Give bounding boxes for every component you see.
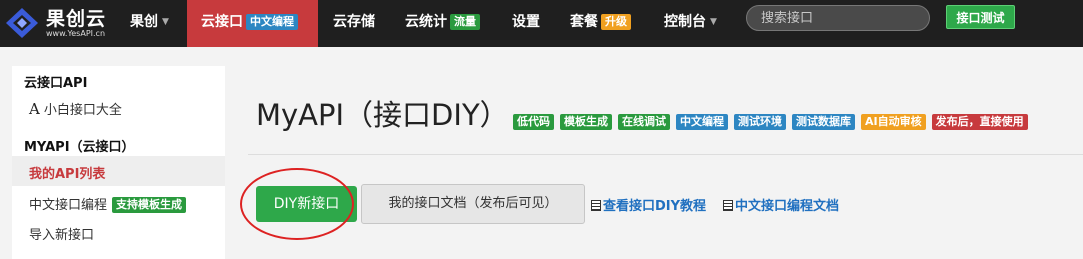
feature-badge: 低代码	[513, 114, 554, 130]
top-navbar: 果创云 www.YesAPI.cn 果创 ▼ 云接口 中文编程 云存储 云统计 流量 …	[0, 0, 1083, 47]
feature-badge: 发布后，直接使用	[931, 114, 1028, 130]
feature-badge: 在线调试	[618, 114, 670, 130]
feature-badges: 低代码 模板生成 在线调试 中文编程 测试环境 测试数据库 AI自动审核 发布后，直接使用	[513, 110, 1034, 130]
chinese-doc-link[interactable]: 中文接口编程文档	[723, 195, 839, 214]
brand-subtitle: www.YesAPI.cn	[46, 29, 106, 38]
feature-badge: 测试数据库	[792, 114, 855, 130]
nav-console[interactable]: 控制台 ▼	[664, 0, 717, 47]
nav-plan-tag: 升级	[601, 14, 631, 30]
sidebar-item-my-api-list-label[interactable]: 我的API列表	[29, 163, 105, 182]
nav-settings-label: 设置	[512, 14, 540, 30]
feature-badge: 测试环境	[734, 114, 786, 130]
document-icon	[723, 200, 733, 211]
nav-stats[interactable]: 云统计 流量	[405, 0, 480, 47]
nav-guochuang[interactable]: 果创 ▼	[130, 0, 169, 47]
divider	[248, 154, 1083, 155]
api-test-button[interactable]: 接口测试	[946, 5, 1015, 29]
feature-badge: 模板生成	[560, 114, 612, 130]
sidebar-item-all-apis-label: 小白接口大全	[43, 103, 122, 118]
nav-console-label: 控制台	[664, 14, 706, 30]
nav-stats-tag: 流量	[450, 14, 480, 30]
document-icon	[591, 200, 601, 211]
logo[interactable]: 果创云 www.YesAPI.cn	[4, 4, 122, 42]
tutorial-link-label: 查看接口DIY教程	[603, 199, 707, 214]
brand-title: 果创云	[46, 8, 107, 30]
nav-storage[interactable]: 云存储	[333, 0, 375, 47]
my-api-docs-button[interactable]: 我的接口文档（发布后可见）	[361, 184, 585, 224]
letter-a-icon: A	[29, 100, 40, 118]
nav-guochuang-label: 果创	[130, 14, 158, 30]
search-input[interactable]	[746, 5, 930, 31]
sidebar-item-all-apis[interactable]: A 小白接口大全	[29, 99, 122, 118]
nav-plan[interactable]: 套餐 升级	[570, 0, 631, 47]
feature-badge: AI自动审核	[861, 114, 926, 130]
sidebar-item-chinese-programming[interactable]: 中文接口编程 支持模板生成	[29, 194, 187, 213]
nav-yun-api[interactable]: 云接口 中文编程	[187, 0, 318, 47]
highlight-circle	[240, 168, 354, 240]
sidebar: 云接口API A 小白接口大全 MYAPI（云接口） 我的API列表 中文接口编程…	[12, 66, 225, 259]
sidebar-item-import[interactable]: 导入新接口	[29, 224, 94, 243]
nav-yun-api-tag: 中文编程	[246, 14, 298, 30]
nav-plan-label: 套餐	[570, 14, 598, 30]
sidebar-section-myapi: MYAPI（云接口）	[24, 140, 135, 155]
chinese-doc-link-label: 中文接口编程文档	[735, 199, 840, 214]
logo-icon	[6, 8, 38, 38]
sidebar-item-chinese-programming-label: 中文接口编程	[29, 198, 108, 213]
chevron-down-icon: ▼	[162, 17, 169, 27]
tutorial-link[interactable]: 查看接口DIY教程	[591, 195, 706, 214]
page-title: MyAPI（接口DIY）	[256, 98, 509, 132]
nav-yun-api-label: 云接口	[201, 14, 243, 30]
nav-stats-label: 云统计	[405, 14, 447, 30]
feature-badge: 中文编程	[676, 114, 728, 130]
sidebar-item-import-label: 导入新接口	[29, 228, 95, 243]
sidebar-section-yun-api: 云接口API	[24, 76, 88, 91]
nav-storage-label: 云存储	[333, 14, 375, 30]
template-support-badge: 支持模板生成	[112, 197, 187, 213]
nav-settings[interactable]: 设置	[512, 0, 540, 47]
chevron-down-icon: ▼	[710, 17, 717, 27]
